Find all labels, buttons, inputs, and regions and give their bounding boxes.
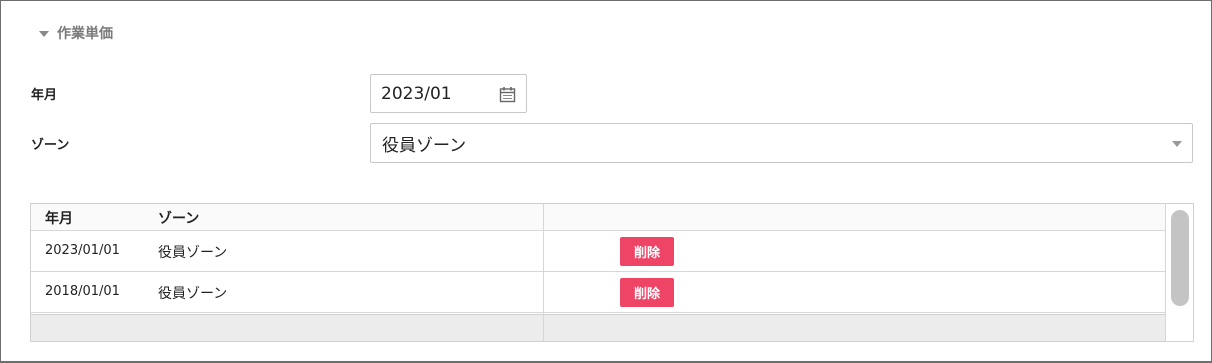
delete-button[interactable]: 削除 <box>620 237 674 266</box>
month-label: 年月 <box>31 88 58 103</box>
table-row[interactable]: 2018/01/01 役員ゾーン 削除 <box>31 272 1165 313</box>
cell-zone: 役員ゾーン <box>158 286 228 302</box>
triangle-down-icon[interactable] <box>39 30 49 37</box>
table-row[interactable]: 2023/01/01 役員ゾーン 削除 <box>31 231 1165 272</box>
cell-zone: 役員ゾーン <box>158 245 228 261</box>
panel-frame: 作業単価 年月 ゾーン 役員ゾーン 年月 ゾーン 2023/01/01 役員ゾー… <box>0 0 1212 363</box>
table-footer-row <box>31 314 1165 341</box>
header-zone[interactable]: ゾーン <box>158 208 199 228</box>
zone-label: ゾーン <box>31 138 70 153</box>
section-title: 作業単価 <box>57 26 113 42</box>
month-date-picker[interactable] <box>370 74 527 113</box>
vertical-scrollbar[interactable] <box>1171 210 1189 306</box>
chevron-down-icon[interactable] <box>1172 141 1182 147</box>
column-divider <box>543 204 544 341</box>
unit-price-table: 年月 ゾーン 2023/01/01 役員ゾーン 削除 2018/01/01 役員… <box>30 203 1194 342</box>
cell-month: 2018/01/01 <box>45 284 120 299</box>
table-header-row: 年月 ゾーン <box>31 204 1166 231</box>
delete-button[interactable]: 削除 <box>620 278 674 307</box>
column-divider <box>1165 204 1166 341</box>
header-month[interactable]: 年月 <box>45 208 73 228</box>
zone-select[interactable]: 役員ゾーン <box>370 123 1193 163</box>
month-input[interactable] <box>381 83 491 104</box>
cell-month: 2023/01/01 <box>45 243 120 258</box>
zone-select-value: 役員ゾーン <box>382 135 467 156</box>
calendar-icon[interactable] <box>499 86 516 103</box>
section-header[interactable]: 作業単価 <box>39 23 113 43</box>
